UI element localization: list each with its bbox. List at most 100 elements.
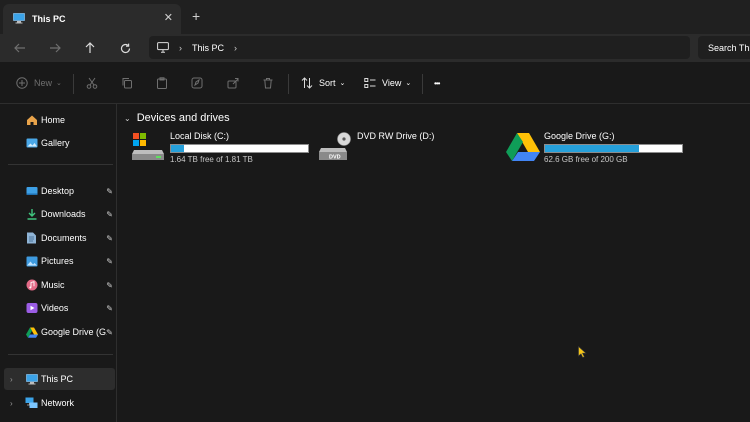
sidebar-item-label: Gallery — [41, 138, 70, 148]
scissors-icon — [85, 76, 99, 90]
sidebar-item-label: Music — [41, 280, 65, 290]
toolbar-divider — [422, 74, 423, 94]
trash-icon — [261, 76, 275, 90]
this-pc-icon — [25, 373, 38, 386]
drive-free-space: 1.64 TB free of 1.81 TB — [170, 155, 253, 164]
delete-button[interactable] — [261, 74, 275, 92]
local-disk-icon — [132, 133, 164, 160]
refresh-button[interactable] — [115, 39, 135, 57]
monitor-icon — [157, 42, 169, 53]
up-button[interactable] — [80, 39, 100, 57]
this-pc-icon — [13, 12, 25, 26]
title-bar: This PC ✕ + — [0, 0, 750, 34]
sidebar-item-label: Network — [41, 398, 75, 408]
copy-button[interactable] — [120, 74, 134, 92]
drive-usage-fill — [171, 145, 184, 152]
close-tab-button[interactable]: ✕ — [164, 11, 173, 24]
sidebar-item-documents[interactable]: Documents ✎ — [4, 227, 115, 249]
rename-button[interactable] — [190, 74, 204, 92]
navigation-bar: › This PC › Search This PC — [0, 34, 750, 62]
sidebar-item-google-drive[interactable]: Google Drive (G:) ✎ — [4, 321, 115, 343]
sidebar-item-network[interactable]: › Network — [4, 392, 115, 414]
sidebar-item-music[interactable]: Music ✎ — [4, 274, 115, 296]
pin-icon[interactable]: ✎ — [106, 281, 113, 290]
chevron-down-icon: ⌄ — [339, 80, 346, 87]
google-drive-icon — [25, 326, 38, 339]
sidebar-item-this-pc[interactable]: › This PC — [4, 368, 115, 390]
pictures-icon — [25, 255, 38, 268]
dvd-drive-icon: DVD — [319, 132, 351, 161]
drive-google-drive-g[interactable]: Google Drive (G:) 62.6 GB free of 200 GB — [506, 130, 686, 166]
sidebar-item-label: Home — [41, 115, 66, 125]
group-title: Devices and drives — [136, 112, 230, 124]
chevron-down-icon: ⌄ — [56, 80, 62, 87]
toolbar-divider — [73, 74, 74, 94]
pin-icon[interactable]: ✎ — [106, 257, 113, 266]
sidebar-item-videos[interactable]: Videos ✎ — [4, 297, 115, 319]
pin-icon[interactable]: ✎ — [106, 304, 113, 313]
sidebar-item-desktop[interactable]: Desktop ✎ — [4, 180, 115, 202]
address-bar[interactable]: › This PC › — [149, 36, 690, 59]
mouse-cursor-icon — [578, 346, 587, 358]
documents-icon — [25, 232, 38, 245]
more-options-button[interactable]: ••• — [434, 74, 440, 92]
drive-local-disk-c[interactable]: Local Disk (C:) 1.64 TB free of 1.81 TB — [132, 130, 312, 166]
group-header-devices[interactable]: ⌄ Devices and drives — [124, 112, 230, 124]
sidebar-item-downloads[interactable]: Downloads ✎ — [4, 203, 115, 225]
sidebar-item-gallery[interactable]: Gallery — [4, 132, 115, 154]
copy-icon — [120, 76, 134, 90]
pin-icon[interactable]: ✎ — [106, 187, 113, 196]
pin-icon[interactable]: ✎ — [106, 234, 113, 243]
sidebar-item-label: Google Drive (G:) — [41, 327, 107, 337]
desktop-icon — [25, 185, 38, 198]
breadcrumb-this-pc[interactable]: This PC — [192, 43, 224, 53]
dvd-icon-label: DVD — [329, 155, 341, 161]
drive-dvd-d[interactable]: DVD DVD RW Drive (D:) — [319, 130, 489, 166]
navigation-pane: Home Gallery Desktop ✎ Downloads ✎ Docum… — [0, 104, 117, 422]
sidebar-item-label: This PC — [41, 374, 74, 384]
search-input[interactable]: Search This PC — [698, 36, 750, 59]
share-icon — [226, 76, 240, 90]
pin-icon[interactable]: ✎ — [106, 210, 113, 219]
arrow-up-icon — [85, 42, 95, 53]
chevron-right-icon[interactable]: › — [10, 399, 13, 408]
view-button[interactable]: View ⌄ — [363, 74, 411, 92]
videos-icon — [25, 302, 38, 315]
pin-icon[interactable]: ✎ — [106, 328, 113, 337]
home-icon — [25, 114, 38, 127]
drive-name: Local Disk (C:) — [170, 131, 230, 141]
sidebar-item-pictures[interactable]: Pictures ✎ — [4, 250, 115, 272]
arrow-left-icon — [14, 43, 25, 53]
rename-icon — [190, 76, 204, 90]
drive-free-space: 62.6 GB free of 200 GB — [544, 155, 628, 164]
new-tab-button[interactable]: + — [192, 9, 200, 23]
sidebar-divider — [8, 354, 113, 355]
drive-usage-fill — [545, 145, 640, 152]
forward-button[interactable] — [45, 39, 65, 57]
drive-name: Google Drive (G:) — [544, 131, 615, 141]
cut-button[interactable] — [85, 74, 99, 92]
music-icon — [25, 279, 38, 292]
sidebar-item-label: Documents — [41, 233, 87, 243]
share-button[interactable] — [226, 74, 240, 92]
drive-usage-bar — [544, 144, 683, 153]
chevron-right-icon: › — [179, 42, 182, 53]
tab-this-pc[interactable]: This PC ✕ — [3, 4, 181, 34]
clipboard-icon — [155, 76, 169, 90]
downloads-icon — [25, 208, 38, 221]
paste-button[interactable] — [155, 74, 169, 92]
chevron-down-icon[interactable]: ⌄ — [124, 114, 131, 123]
sort-button[interactable]: Sort ⌄ — [300, 74, 345, 92]
sort-icon — [300, 76, 314, 90]
arrow-right-icon — [50, 43, 61, 53]
chevron-right-icon[interactable]: › — [234, 43, 237, 53]
refresh-icon — [120, 43, 130, 53]
back-button[interactable] — [10, 39, 30, 57]
view-button-label: View — [382, 78, 402, 88]
view-list-icon — [363, 76, 377, 90]
chevron-right-icon[interactable]: › — [10, 375, 13, 384]
new-button-label: New — [34, 78, 53, 88]
sidebar-item-home[interactable]: Home — [4, 109, 115, 131]
sidebar-item-label: Desktop — [41, 186, 75, 196]
new-button[interactable]: New ⌄ — [15, 74, 62, 92]
